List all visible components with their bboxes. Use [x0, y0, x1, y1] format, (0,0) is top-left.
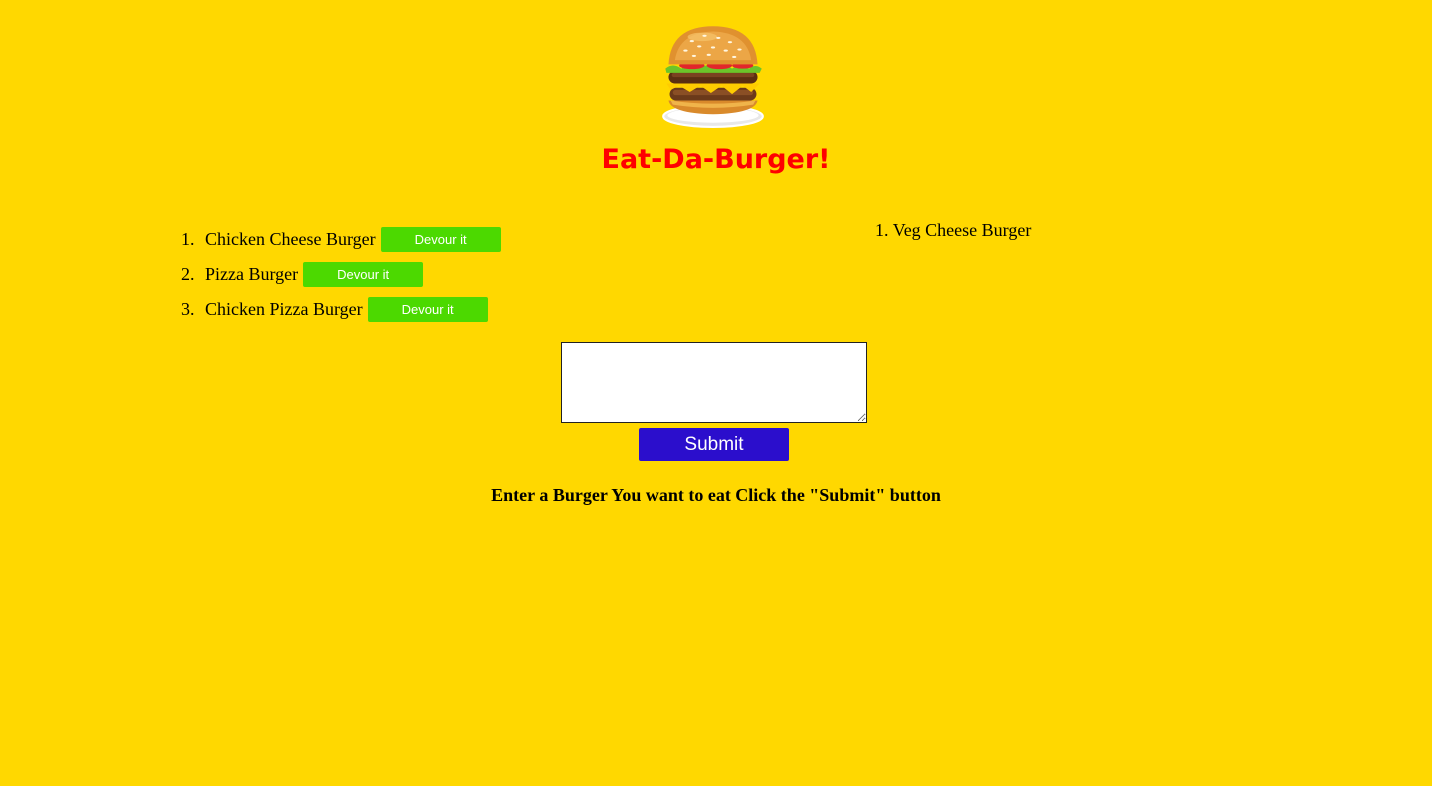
submit-button[interactable]: Submit [639, 428, 789, 461]
devoured-burgers-list: 1. Veg Cheese Burger [875, 218, 1031, 243]
burgers-to-eat-list: 1. Chicken Cheese Burger Devour it 2. Pi… [181, 222, 501, 327]
item-number: 3. [181, 299, 195, 319]
item-number: 2. [181, 264, 195, 284]
hamburger-icon [662, 26, 764, 128]
list-item: 2. Pizza Burger Devour it [181, 257, 501, 292]
list-item: 1. Chicken Cheese Burger Devour it [181, 222, 501, 257]
item-number: 1. [181, 229, 195, 249]
list-item: 1. Veg Cheese Burger [875, 218, 1031, 243]
burger-name: Chicken Cheese Burger [205, 229, 376, 249]
list-item: 3. Chicken Pizza Burger Devour it [181, 292, 501, 327]
item-number: 1. [875, 220, 889, 240]
burger-name: Veg Cheese Burger [892, 220, 1032, 240]
devour-button[interactable]: Devour it [367, 297, 488, 322]
burger-name: Pizza Burger [205, 264, 299, 284]
burger-name-input[interactable] [561, 342, 867, 423]
instructions-text: Enter a Burger You want to eat Click the… [491, 485, 941, 505]
devour-button[interactable]: Devour it [303, 262, 424, 287]
devour-button[interactable]: Devour it [380, 227, 501, 252]
page-title: Eat-Da-Burger! [601, 144, 831, 175]
burger-name: Chicken Pizza Burger [205, 299, 363, 319]
